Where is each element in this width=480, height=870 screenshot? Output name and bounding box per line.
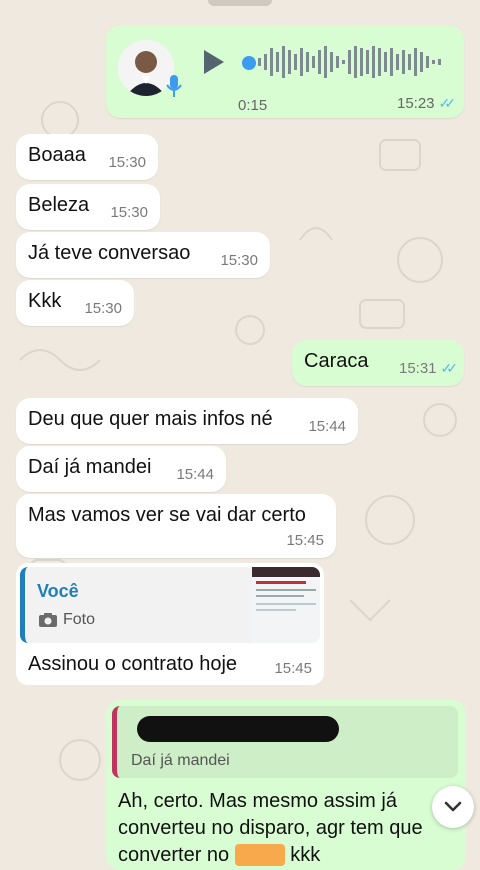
message-line: converteu no disparo, agr tem que [118,817,423,839]
reply-message[interactable]: Daí já mandei Ah, certo. Mas mesmo assim… [106,700,466,870]
playback-position-dot[interactable] [242,56,256,70]
message-time: 15:45 [286,531,324,549]
message-time: 15:44 [176,465,214,483]
reply-message[interactable]: Você Foto Assinou o contrato hoje 15:45 [16,563,324,685]
read-ticks-icon: ✓✓ [440,359,459,376]
quoted-message[interactable]: Daí já mandei [112,706,458,778]
chevron-down-icon [444,801,462,812]
message-time: 15:44 [308,417,346,435]
camera-icon [39,613,57,627]
mic-icon [166,75,182,97]
quoted-text: Daí já mandei [131,752,230,769]
play-icon[interactable] [204,50,224,74]
message-line: Ah, certo. Mas mesmo assim já [118,790,397,812]
voice-duration: 0:15 [238,97,268,114]
waveform[interactable] [258,44,448,80]
message-text: Kkk [28,290,62,312]
redacted-author-scribble [137,716,339,742]
message-line: converter no xxxxx kkk [118,844,321,866]
message-text: Caraca [304,350,369,372]
message-time: 15:23 ✓✓ [396,95,457,112]
quoted-author: Você [37,581,79,601]
message-text: Boaaa [28,144,86,166]
message-text: Beleza [28,194,90,216]
message-bubble[interactable]: Caraca 15:31 ✓✓ [292,340,464,386]
status-notch [208,0,272,6]
message-time: 15:30 [84,299,122,317]
message-text: Já teve conversao [28,242,191,264]
quoted-photo-label: Foto [39,611,95,629]
quoted-message[interactable]: Você Foto [20,567,320,643]
scroll-down-button[interactable] [432,786,474,828]
message-text: Ah, certo. Mas mesmo assim já converteu … [118,788,438,869]
photo-thumbnail[interactable] [252,567,320,643]
message-bubble[interactable]: Já teve conversao 15:30 [16,232,270,278]
message-time: 15:30 [108,153,146,171]
message-bubble[interactable]: Deu que quer mais infos né 15:44 [16,398,358,444]
message-text: Deu que quer mais infos né [28,408,273,430]
message-bubble[interactable]: Boaaa 15:30 [16,134,158,180]
message-text: Mas vamos ver se vai dar certo [28,504,306,526]
message-time: 15:30 [110,203,148,221]
message-time: 15:45 [274,660,312,677]
message-text: Daí já mandei [28,456,152,478]
voice-message[interactable]: 0:15 15:23 ✓✓ [106,26,464,118]
message-bubble[interactable]: Mas vamos ver se vai dar certo 15:45 [16,494,336,558]
quoted-type: Foto [63,611,96,628]
highlighted-word: xxxxx [234,844,285,866]
message-bubble[interactable]: Beleza 15:30 [16,184,160,230]
message-time: 15:30 [220,251,258,269]
read-ticks-icon: ✓✓ [438,95,457,111]
message-bubble[interactable]: Kkk 15:30 [16,280,134,326]
message-time: 15:31 ✓✓ [398,359,459,377]
message-bubble[interactable]: Daí já mandei 15:44 [16,446,226,492]
message-text: Assinou o contrato hoje [28,653,238,675]
